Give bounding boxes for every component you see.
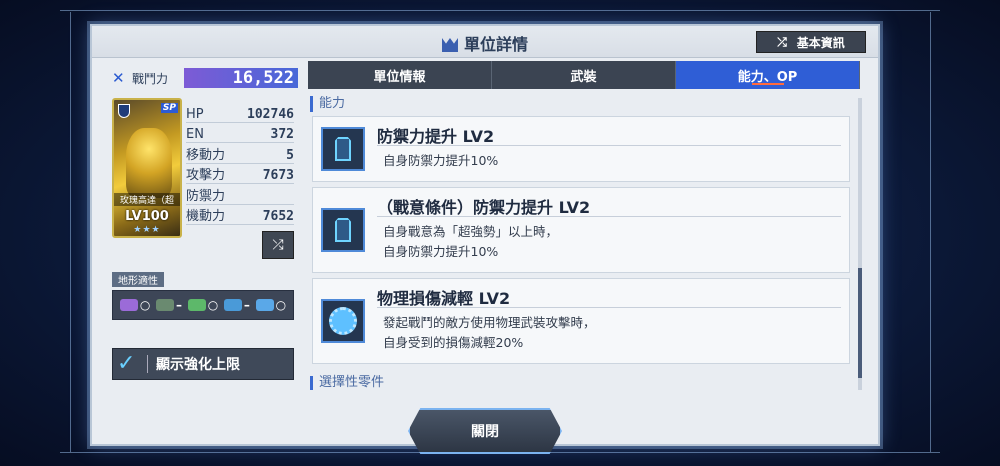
tab-bar: 單位情報 武裝 能力、OP xyxy=(308,61,860,89)
stats-list: HP 102746 EN 372 移動力 5 攻擊力 7673 防禦力 機動力 7652 xyxy=(186,102,294,225)
stat-row-move: 移動力 5 xyxy=(186,143,294,164)
frame-left-line xyxy=(70,12,71,452)
stat-value: 372 xyxy=(270,127,294,142)
unit-name: 玫瑰高達（超 xyxy=(114,193,180,206)
terrain-grade: ○ xyxy=(275,298,287,312)
stat-label: 防禦力 xyxy=(186,188,226,204)
unit-detail-panel: 單位詳情 ⤮ 基本資訊 ✕ 戰鬥力 16,522 SP 玫瑰高達（超 LV100… xyxy=(90,24,880,454)
separator xyxy=(147,355,148,373)
sp-badge: SP xyxy=(160,103,178,113)
terrain-grade: – xyxy=(243,298,250,312)
ability-name: 物理損傷減輕 LV2 xyxy=(377,289,511,308)
swap-unit-button[interactable]: ⤮ xyxy=(262,231,294,259)
ability-name: （戰意條件）防禦力提升 LV2 xyxy=(377,198,591,217)
stat-value: 7673 xyxy=(262,168,294,183)
shield-icon xyxy=(118,104,130,118)
unit-card[interactable]: SP 玫瑰高達（超 LV100 ★★★ xyxy=(112,98,182,238)
stat-label: EN xyxy=(186,127,204,142)
terrain-label: 地形適性 xyxy=(112,272,164,287)
ability-card: 物理損傷減輕 LV2 發起戰鬥的敵方使用物理武裝攻擊時， 自身受到的損傷減輕20% xyxy=(312,278,850,364)
power-label: 戰鬥力 xyxy=(132,71,169,86)
terrain-air: ○ xyxy=(255,298,287,312)
shield-icon xyxy=(321,208,365,252)
sky-icon xyxy=(255,299,274,311)
crossed-swords-icon: ✕ xyxy=(112,69,125,87)
show-enhance-limit-toggle[interactable]: ✓ 顯示強化上限 xyxy=(112,348,294,380)
mountain-icon xyxy=(187,299,206,311)
terrain-mountain: ○ xyxy=(187,298,219,312)
shuffle-icon: ⤮ xyxy=(777,34,787,49)
basic-info-button[interactable]: ⤮ 基本資訊 xyxy=(756,31,866,53)
frame-right-line xyxy=(930,12,931,452)
terrain-space: ○ xyxy=(119,298,151,312)
terrain-grade: – xyxy=(176,298,183,312)
unit-portrait xyxy=(126,128,172,198)
stat-value: 7652 xyxy=(262,209,294,224)
scroll-thumb[interactable] xyxy=(858,268,862,378)
stat-label: 移動力 xyxy=(186,147,226,163)
shuffle-icon: ⤮ xyxy=(272,237,284,253)
stat-row-attack: 攻擊力 7673 xyxy=(186,164,294,184)
page-title-text: 單位詳情 xyxy=(463,35,528,54)
unit-level: LV100 xyxy=(125,209,169,224)
header-bar: 單位詳情 ⤮ 基本資訊 xyxy=(92,26,878,58)
emblem-icon xyxy=(441,38,458,52)
tab-label: 單位情報 xyxy=(373,69,426,85)
stat-label: 機動力 xyxy=(186,209,226,224)
optional-parts-section-title: 選擇性零件 xyxy=(310,376,384,390)
stat-label: HP xyxy=(186,106,204,122)
ability-name: 防禦力提升 LV2 xyxy=(377,127,495,146)
terrain-water: – xyxy=(223,298,250,312)
planet-icon xyxy=(119,299,138,311)
tab-weapons[interactable]: 武裝 xyxy=(492,61,676,89)
close-button[interactable]: 關閉 xyxy=(408,408,562,454)
wave-icon xyxy=(223,299,242,311)
tab-abilities-op[interactable]: 能力、OP xyxy=(676,61,860,89)
stat-value: 5 xyxy=(286,147,294,163)
tab-label: 能力、OP xyxy=(737,69,798,85)
land-icon xyxy=(156,299,175,311)
basic-info-label: 基本資訊 xyxy=(796,35,845,50)
terrain-grade: ○ xyxy=(139,298,151,312)
check-icon: ✓ xyxy=(117,351,136,376)
stat-row-hp: HP 102746 xyxy=(186,102,294,123)
stat-row-mobility: 機動力 7652 xyxy=(186,205,294,225)
ability-desc: 自身防禦力提升10% xyxy=(383,153,499,168)
shield-icon xyxy=(321,127,365,171)
ability-desc: 發起戰鬥的敵方使用物理武裝攻擊時， 自身受到的損傷減輕20% xyxy=(383,315,596,350)
tab-unit-info[interactable]: 單位情報 xyxy=(308,61,492,89)
tab-label: 武裝 xyxy=(570,69,597,85)
terrain-grade: ○ xyxy=(207,298,219,312)
power-section: ✕ 戰鬥力 16,522 xyxy=(112,66,298,90)
ability-card: 防禦力提升 LV2 自身防禦力提升10% xyxy=(312,116,850,182)
stat-value: 102746 xyxy=(247,106,294,122)
unit-stars: ★★★ xyxy=(133,225,161,235)
gear-shield-icon xyxy=(321,299,365,343)
stat-row-defense: 防禦力 xyxy=(186,184,294,205)
stat-label: 攻擊力 xyxy=(186,168,226,183)
ability-desc: 自身戰意為「超強勢」以上時， 自身防禦力提升10% xyxy=(383,224,559,259)
stat-row-en: EN 372 xyxy=(186,123,294,143)
frame-top-line xyxy=(60,10,940,11)
scrollbar[interactable] xyxy=(858,98,862,390)
enhance-toggle-label: 顯示強化上限 xyxy=(156,357,240,373)
close-label: 關閉 xyxy=(471,424,499,440)
abilities-section-title: 能力 xyxy=(310,96,860,112)
terrain-land: – xyxy=(156,298,182,312)
power-value: 16,522 xyxy=(184,68,298,88)
terrain-box: ○ – ○ – ○ xyxy=(112,290,294,320)
ability-card: （戰意條件）防禦力提升 LV2 自身戰意為「超強勢」以上時， 自身防禦力提升10% xyxy=(312,187,850,273)
abilities-content[interactable]: 能力 防禦力提升 LV2 自身防禦力提升10% （戰意條件）防禦力提升 LV2 … xyxy=(308,96,860,391)
